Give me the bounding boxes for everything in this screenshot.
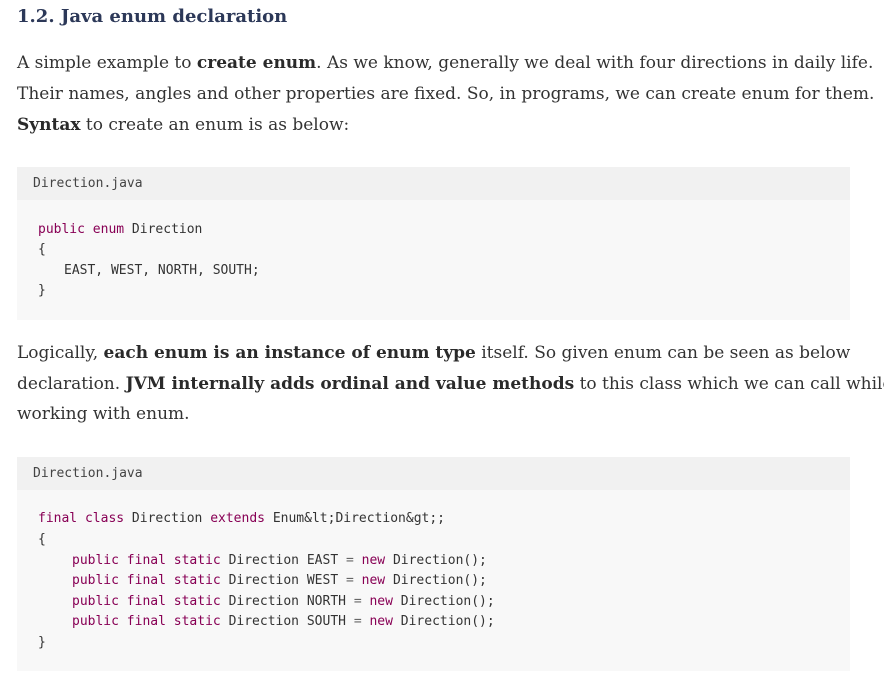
code-keyword: static <box>173 614 221 629</box>
logic-text: itself. So given enum can be seen as bel… <box>475 343 851 363</box>
logic-line-1: Logically, each enum is an instance of e… <box>17 338 867 369</box>
code-keyword: new <box>369 594 393 609</box>
code-keyword: static <box>173 553 221 568</box>
intro-bold-syntax: Syntax <box>17 115 81 135</box>
code-line: } <box>38 283 46 298</box>
logic-bold-jvm: JVM internally adds ordinal and value me… <box>125 374 575 394</box>
code-type: Direction <box>228 553 300 568</box>
logic-line-2: declaration. JVM internally adds ordinal… <box>17 369 884 400</box>
intro-text: . As we know, generally we deal with fou… <box>316 53 874 73</box>
code-keyword: final <box>126 553 166 568</box>
code-block-class: Direction.java final class Direction ext… <box>17 457 850 671</box>
code-identifier: Direction <box>124 511 211 526</box>
logic-text: declaration. <box>17 374 126 394</box>
code-type: Direction <box>228 614 300 629</box>
code-keyword: new <box>361 573 386 588</box>
code-keyword: final <box>126 573 166 588</box>
code-identifier: Direction(); <box>385 573 487 588</box>
code-line: EAST, WEST, NORTH, SOUTH; <box>64 263 260 278</box>
code-field: NORTH <box>306 594 346 609</box>
code-field: WEST <box>306 573 339 588</box>
section-heading: 1.2. Java enum declaration <box>17 6 288 27</box>
code-field: SOUTH <box>306 614 346 629</box>
code-keyword: public <box>72 573 119 588</box>
code-identifier: Direction <box>124 222 203 237</box>
code-keyword: extends <box>210 511 265 526</box>
code-field: EAST <box>306 553 339 568</box>
logic-line-3: working with enum. <box>17 404 190 424</box>
code-keyword: public <box>72 594 119 609</box>
code-filename: Direction.java <box>17 457 850 490</box>
code-line: public final static Direction EAST = new… <box>72 551 487 571</box>
code-identifier: Enum&lt;Direction&gt;; <box>265 511 446 526</box>
code-operator: = <box>345 573 354 588</box>
code-operator: = <box>353 614 362 629</box>
code-operator: = <box>345 553 354 568</box>
code-type: Direction <box>228 594 300 609</box>
logic-bold-instance: each enum is an instance of enum type <box>103 343 476 363</box>
code-keyword: enum <box>92 222 125 237</box>
code-keyword: static <box>173 594 221 609</box>
code-line: public enum Direction <box>38 220 202 240</box>
logic-text: Logically, <box>17 343 104 363</box>
code-line: public final static Direction NORTH = ne… <box>72 592 495 612</box>
code-line: public final static Direction WEST = new… <box>72 571 487 591</box>
intro-line-3: Syntax to create an enum is as below: <box>17 110 867 141</box>
intro-text: to create an enum is as below: <box>80 115 350 135</box>
code-identifier: Direction(); <box>392 594 495 609</box>
code-keyword: public <box>72 553 119 568</box>
code-keyword: new <box>361 553 386 568</box>
code-keyword: new <box>369 614 393 629</box>
code-line: } <box>38 635 46 650</box>
code-keyword: public <box>72 614 119 629</box>
intro-text: A simple example to <box>17 53 197 73</box>
code-keyword: final <box>126 594 166 609</box>
logic-text: to this class which we can call while <box>574 374 884 394</box>
code-line: final class Direction extends Enum&lt;Di… <box>38 509 445 529</box>
code-keyword: static <box>173 573 221 588</box>
code-line: { <box>38 242 46 257</box>
code-operator: = <box>353 594 362 609</box>
intro-line-2: Their names, angles and other properties… <box>17 84 875 104</box>
code-keyword: final <box>38 511 78 526</box>
code-keyword: public <box>38 222 85 237</box>
code-identifier: Direction(); <box>392 614 495 629</box>
intro-line-1: A simple example to create enum. As we k… <box>17 48 873 79</box>
code-keyword: class <box>84 511 125 526</box>
intro-bold-create-enum: create enum <box>196 53 317 73</box>
code-identifier: Direction(); <box>385 553 487 568</box>
code-line: { <box>38 532 46 547</box>
code-block-enum: Direction.java public enum Direction { E… <box>17 167 850 320</box>
code-type: Direction <box>228 573 300 588</box>
code-filename: Direction.java <box>17 167 850 200</box>
code-line: public final static Direction SOUTH = ne… <box>72 612 495 632</box>
code-keyword: final <box>126 614 166 629</box>
